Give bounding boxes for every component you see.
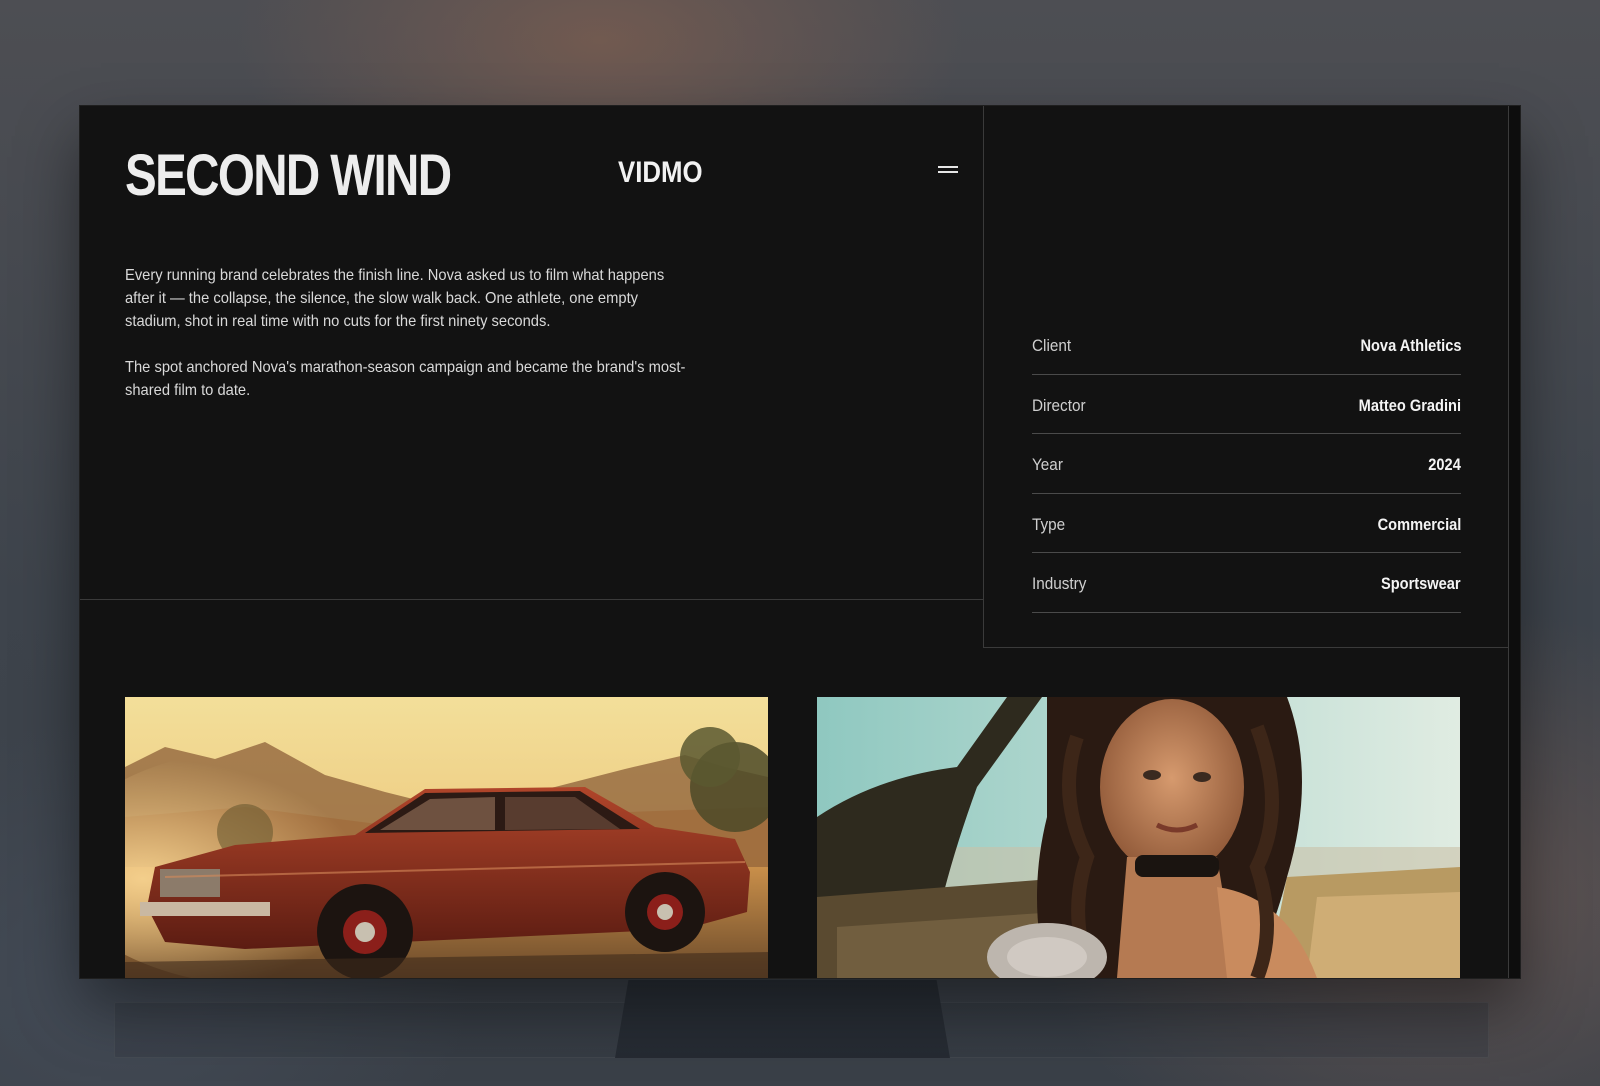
detail-row-year: Year 2024: [1032, 434, 1461, 494]
detail-value: 2024: [1428, 455, 1461, 475]
project-description: Every running brand celebrates the finis…: [125, 264, 695, 425]
site-logo[interactable]: VIDMO: [618, 156, 703, 190]
detail-label: Type: [1032, 514, 1066, 534]
detail-label: Client: [1032, 336, 1072, 356]
hamburger-icon[interactable]: [936, 163, 960, 177]
detail-row-director: Director Matteo Gradini: [1032, 375, 1461, 434]
woman-in-car-photo[interactable]: [817, 697, 1460, 978]
detail-value: Commercial: [1377, 514, 1461, 534]
website-screen: SECOND WIND VIDMO Every running brand ce…: [80, 106, 1520, 978]
detail-value: Matteo Gradini: [1358, 395, 1461, 415]
menu-line: [938, 166, 958, 168]
menu-line: [938, 171, 958, 173]
detail-label: Industry: [1032, 574, 1087, 594]
description-paragraph: Every running brand celebrates the finis…: [125, 267, 665, 330]
detail-row-industry: Industry Sportswear: [1032, 553, 1461, 613]
detail-label: Year: [1032, 455, 1063, 475]
car-illustration: [125, 697, 768, 978]
project-details-panel: Client Nova Athletics Director Matteo Gr…: [983, 106, 1508, 648]
detail-label: Director: [1032, 395, 1086, 415]
detail-value: Sportswear: [1381, 574, 1461, 594]
vintage-red-sedan-photo[interactable]: [125, 697, 768, 978]
description-paragraph: The spot anchored Nova's marathon-season…: [125, 359, 686, 399]
project-title: SECOND WIND: [125, 143, 452, 208]
detail-row-type: Type Commercial: [1032, 494, 1461, 553]
details-list: Client Nova Athletics Director Matteo Gr…: [1032, 315, 1461, 613]
detail-row-client: Client Nova Athletics: [1032, 315, 1461, 375]
monitor-stand: [615, 980, 950, 1058]
portrait-illustration: [817, 697, 1460, 978]
screen-edge: [1508, 106, 1520, 978]
section-divider: [80, 599, 983, 600]
detail-value: Nova Athletics: [1359, 336, 1461, 356]
